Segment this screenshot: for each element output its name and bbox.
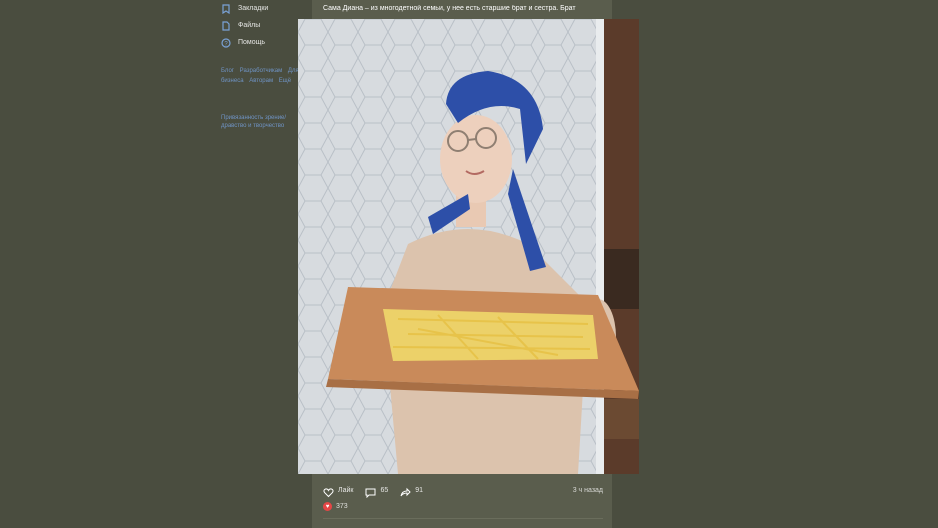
divider [323, 518, 603, 519]
sidebar-item-help[interactable]: ? Помощь [221, 34, 301, 51]
comment-icon [365, 485, 376, 498]
left-sidebar: Закладки Файлы ? Помощь [221, 0, 301, 51]
sidebar-item-label: Закладки [238, 5, 269, 12]
photo-illustration [298, 19, 639, 474]
footer-link-authors[interactable]: Авторам [249, 78, 273, 84]
sidebar-item-files[interactable]: Файлы [221, 17, 301, 34]
like-label: Лайк [338, 486, 354, 494]
share-count: 91 [415, 486, 424, 494]
help-icon: ? [221, 37, 231, 48]
reactions-summary[interactable]: ♥ 373 [323, 502, 348, 511]
post-actions: Лайк 65 91 3 ч назад [323, 483, 603, 498]
footer-links: Блог Разработчикам Для бизнеса Авторам Е… [221, 66, 299, 86]
sidebar-item-label: Помощь [238, 39, 266, 46]
like-button[interactable]: Лайк [323, 485, 354, 497]
post-text: Сама Диана – из многодетной семьи, у нее… [323, 5, 576, 12]
heart-icon [323, 485, 334, 497]
post-time[interactable]: 3 ч назад [573, 487, 603, 494]
footer-link-developers[interactable]: Разработчикам [240, 68, 283, 74]
heart-reaction-icon: ♥ [323, 502, 332, 511]
footer-link-more[interactable]: Ещё [279, 78, 291, 84]
share-button[interactable]: 91 [400, 485, 423, 496]
footer-link-blog[interactable]: Блог [221, 68, 234, 74]
comment-button[interactable]: 65 [365, 485, 389, 498]
sidebar-item-bookmarks[interactable]: Закладки [221, 0, 301, 17]
share-icon [400, 485, 411, 496]
bookmark-icon [221, 3, 231, 14]
file-icon [221, 20, 231, 31]
comment-count: 65 [380, 486, 389, 494]
sidebar-item-label: Файлы [238, 22, 261, 29]
post-photo[interactable] [298, 19, 639, 474]
promo-link[interactable]: Привязанность зрение/дравство и творчест… [221, 114, 293, 130]
reactions-count: 373 [336, 503, 348, 510]
